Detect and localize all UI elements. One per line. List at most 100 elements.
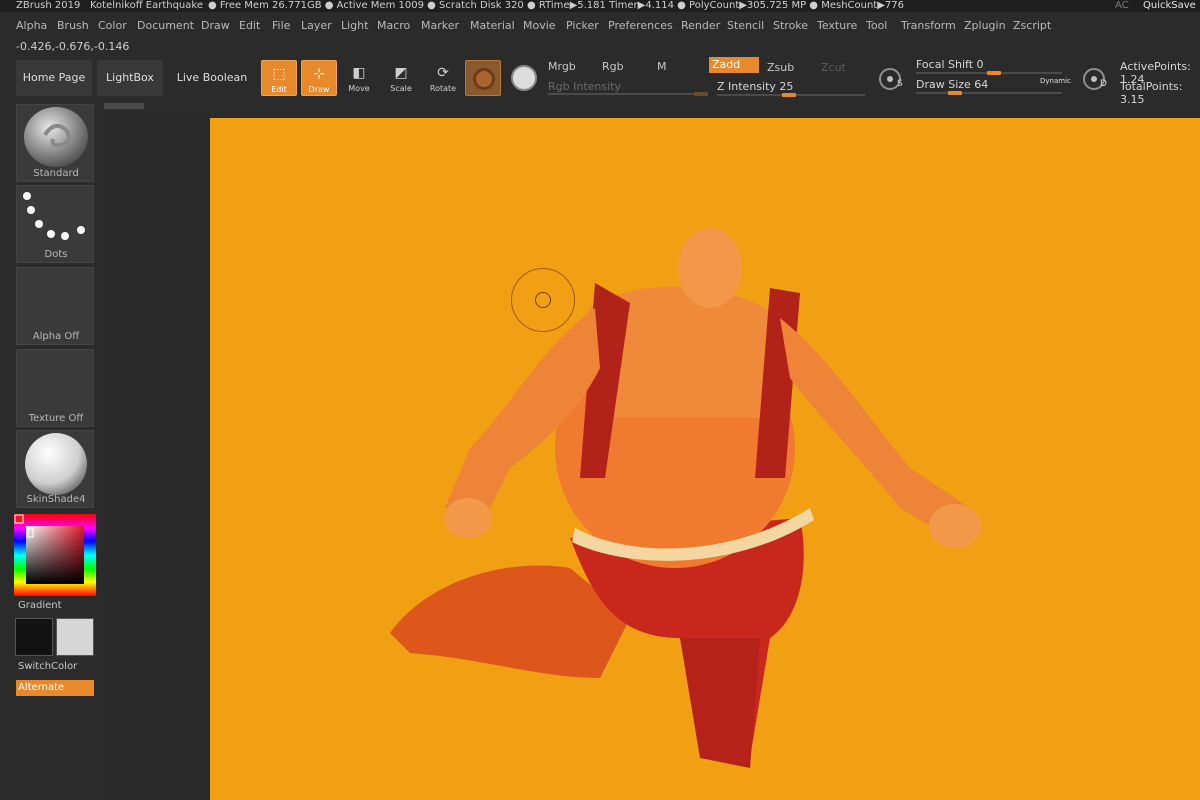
menu-layer[interactable]: Layer <box>301 16 332 36</box>
menu-zplugin[interactable]: Zplugin <box>964 16 1006 36</box>
dial-s-label: S <box>897 79 903 89</box>
z-intensity-label: Z Intensity 25 <box>717 80 794 93</box>
stroke-selector[interactable]: Dots <box>16 185 94 263</box>
dial-dot-icon <box>1091 76 1097 82</box>
menu-transform[interactable]: Transform <box>901 16 956 36</box>
total-points-readout: TotalPoints: 3.15 <box>1120 80 1183 106</box>
rgb-intensity-knob[interactable] <box>694 92 708 96</box>
mrgb-button[interactable]: Mrgb <box>548 60 576 73</box>
menu-preferences[interactable]: Preferences <box>608 16 673 36</box>
material-button[interactable] <box>465 60 501 96</box>
stroke-label: Dots <box>44 249 68 260</box>
memory-stats: ● Free Mem 26.771GB ● Active Mem 1009 ● … <box>208 0 905 11</box>
edit-label: Edit <box>271 85 287 94</box>
rgb-intensity-label: Rgb Intensity <box>548 80 621 93</box>
rgb-intensity-slider[interactable] <box>548 93 708 95</box>
standard-brush-icon <box>24 107 88 167</box>
menu-macro[interactable]: Macro <box>377 16 410 36</box>
draw-size-slider[interactable] <box>916 92 1062 94</box>
move-icon: ◧ <box>352 65 366 81</box>
draw-size-knob[interactable] <box>948 91 962 95</box>
brush-label: Standard <box>33 168 79 179</box>
status-bar: ZBrush 2019 Kotelnikoff Earthquake ● Fre… <box>0 0 1200 12</box>
secondary-color-swatch[interactable] <box>56 618 94 656</box>
menu-file[interactable]: File <box>272 16 290 36</box>
rgb-button[interactable]: Rgb <box>602 60 624 73</box>
brush-center-icon <box>535 292 551 308</box>
edit-icon: ⬚ <box>272 66 286 82</box>
main-menu: Alpha Brush Color Document Draw Edit Fil… <box>0 16 1200 36</box>
material-selector[interactable]: SkinShade4 <box>16 430 94 508</box>
material-sphere-icon <box>473 68 495 90</box>
rotate-icon: ⟳ <box>437 65 449 81</box>
live-boolean-button[interactable]: Live Boolean <box>172 60 252 96</box>
tray-handle[interactable] <box>104 103 144 109</box>
zcut-button[interactable]: Zcut <box>821 61 846 74</box>
menu-tool[interactable]: Tool <box>866 16 887 36</box>
move-button[interactable]: ◧ Move <box>341 60 377 96</box>
alpha-label: Alpha Off <box>32 331 80 342</box>
project-name: Kotelnikoff Earthquake <box>90 0 203 11</box>
menu-edit[interactable]: Edit <box>239 16 260 36</box>
menu-material[interactable]: Material <box>470 16 515 36</box>
focal-shift-label: Focal Shift 0 <box>916 58 984 71</box>
edit-button[interactable]: ⬚ Edit <box>261 60 297 96</box>
dial-d-label: D <box>1100 79 1107 89</box>
scale-label: Scale <box>390 84 412 93</box>
menu-zscript[interactable]: Zscript <box>1013 16 1051 36</box>
brush-selector[interactable]: Standard <box>16 104 94 182</box>
draw-size-label: Draw Size 64 <box>916 78 989 91</box>
texture-selector[interactable]: Texture Off <box>16 349 94 427</box>
switchcolor-button[interactable]: SwitchColor <box>18 661 77 672</box>
ac-indicator[interactable]: AC <box>1115 0 1129 12</box>
menu-document[interactable]: Document <box>137 16 194 36</box>
menu-brush[interactable]: Brush <box>57 16 89 36</box>
draw-icon: ⊹ <box>313 66 325 82</box>
main-color-swatch[interactable] <box>15 618 53 656</box>
menu-draw[interactable]: Draw <box>201 16 230 36</box>
document-canvas[interactable] <box>210 118 1200 800</box>
menu-render[interactable]: Render <box>681 16 720 36</box>
canvas-frame <box>104 118 210 800</box>
menu-stencil[interactable]: Stencil <box>727 16 764 36</box>
cursor-coordinates: -0.426,-0.676,-0.146 <box>16 40 130 53</box>
scale-button[interactable]: ◩ Scale <box>383 60 419 96</box>
skinshade-sphere-icon <box>25 433 87 495</box>
menu-marker[interactable]: Marker <box>421 16 459 36</box>
menu-light[interactable]: Light <box>341 16 368 36</box>
menu-movie[interactable]: Movie <box>523 16 556 36</box>
move-label: Move <box>348 84 370 93</box>
dynamic-toggle[interactable]: Dynamic <box>1040 77 1071 85</box>
rotate-label: Rotate <box>429 84 457 93</box>
brush-cursor <box>511 268 575 332</box>
menu-stroke[interactable]: Stroke <box>773 16 808 36</box>
lightbox-button[interactable]: LightBox <box>97 60 163 96</box>
color-wheel-icon <box>14 514 96 596</box>
focal-shift-knob[interactable] <box>987 71 1001 75</box>
zadd-button[interactable]: Zadd <box>709 57 759 73</box>
gradient-label[interactable]: Gradient <box>18 600 62 611</box>
m-button[interactable]: M <box>657 60 667 73</box>
sculpted-figure <box>390 228 981 768</box>
menu-picker[interactable]: Picker <box>566 16 599 36</box>
texture-label: Texture Off <box>28 413 84 424</box>
color-mode-icon[interactable] <box>511 65 537 91</box>
z-intensity-knob[interactable] <box>782 93 796 97</box>
quicksave-button[interactable]: QuickSave <box>1143 0 1196 12</box>
dial-dot-icon <box>887 76 893 82</box>
alpha-selector[interactable]: Alpha Off <box>16 267 94 345</box>
draw-button[interactable]: ⊹ Draw <box>301 60 337 96</box>
home-page-button[interactable]: Home Page <box>16 60 92 96</box>
app-title: ZBrush 2019 <box>16 0 81 11</box>
color-picker[interactable] <box>14 514 96 596</box>
alternate-button[interactable]: Alternate <box>16 680 94 696</box>
menu-color[interactable]: Color <box>98 16 127 36</box>
menu-texture[interactable]: Texture <box>817 16 857 36</box>
scale-icon: ◩ <box>394 65 408 81</box>
draw-label: Draw <box>308 85 330 94</box>
rotate-button[interactable]: ⟳ Rotate <box>425 60 461 96</box>
material-label: SkinShade4 <box>26 494 86 505</box>
dots-stroke-icon <box>23 192 85 240</box>
zsub-button[interactable]: Zsub <box>767 61 794 74</box>
menu-alpha[interactable]: Alpha <box>16 16 47 36</box>
